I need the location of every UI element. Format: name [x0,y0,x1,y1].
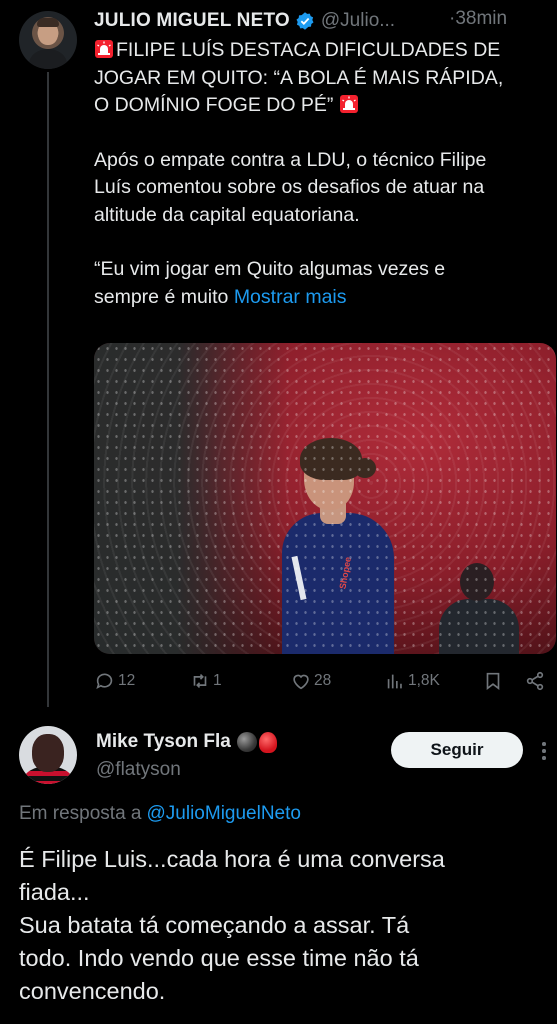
headline-line: FILIPE LUÍS DESTACA DIFICULDADES DE [94,37,549,65]
headline-text-3: O DOMÍNIO FOGE DO PÉ” [94,94,334,116]
bookmark-icon [486,672,500,690]
retweet-count: 1 [213,672,222,689]
black-ball-emoji-icon [236,732,257,752]
views-action[interactable]: 1,8K [384,670,440,692]
author-handle[interactable]: @Julio... [321,10,395,32]
like-icon [293,674,309,690]
body-text-2: Luís comentou sobre os desafios de atuar… [94,176,485,198]
body-text-1: Após o empate contra a LDU, o técnico Fi… [94,148,487,171]
body-text-5-wrap: sempre é muito Mostrar mais [94,284,549,312]
retweet-action[interactable]: 1 [189,670,222,692]
reply-body: É Filipe Luis...cada hora é uma conversa… [19,843,539,1008]
reply-count: 12 [118,672,136,689]
tweet-body: FILIPE LUÍS DESTACA DIFICULDADES DE JOGA… [94,37,549,311]
like-action[interactable]: 28 [290,670,331,692]
body-text-5: sempre é muito [94,285,229,308]
show-more-link[interactable]: Mostrar mais [234,286,347,308]
share-action[interactable] [524,670,546,692]
in-reply-handle-link[interactable]: @JulioMiguelNeto [147,803,301,824]
reply-text-2: fiada... [19,879,90,905]
follow-button[interactable]: Seguir [391,732,523,768]
verified-badge-icon [296,12,314,30]
like-count: 28 [314,672,332,689]
reply-author-avatar[interactable] [19,726,77,784]
author-name[interactable]: JULIO MIGUEL NETO [94,10,290,32]
tweet-photo[interactable]: Shopee [94,343,556,654]
reply-text-4: todo. Indo vendo que esse time não tá [19,945,419,971]
share-icon [526,671,544,691]
body-text-4: “Eu vim jogar em Quito algumas vezes e [94,258,446,280]
views-icon [387,674,402,689]
thread-connector-line [47,72,49,707]
reply-text-5: convencendo. [19,978,166,1004]
boxing-glove-emoji-icon [258,731,277,753]
reply-author-handle[interactable]: @flatyson [96,759,181,781]
more-icon[interactable] [540,742,548,764]
views-count: 1,8K [408,672,440,689]
reply-action[interactable]: 12 [94,670,135,692]
retweet-icon [193,673,207,689]
siren-icon [95,40,113,58]
reply-author-name[interactable]: Mike Tyson Fla [96,731,231,753]
headline-line-3: O DOMÍNIO FOGE DO PÉ” [94,92,549,120]
reply-author-name-row: Mike Tyson Fla [96,731,277,753]
tweet-timestamp[interactable]: ·38min [449,8,507,30]
reply-text-3: Sua batata tá começando a assar. Tá [19,912,410,938]
headline-text-1: FILIPE LUÍS DESTACA DIFICULDADES DE [116,39,501,61]
in-reply-to: Em resposta a @JulioMiguelNeto [19,803,301,825]
bookmark-action[interactable] [482,670,504,692]
tweet-header: JULIO MIGUEL NETO @Julio... [94,8,395,34]
headline-text-2: JOGAR EM QUITO: “A BOLA É MAIS RÁPIDA, [94,66,504,89]
tweet-action-bar: 12 1 28 1,8K [94,670,554,694]
body-text-3: altitude da capital equatoriana. [94,203,360,226]
author-avatar[interactable] [19,11,77,69]
reply-icon [96,673,113,690]
siren-icon [339,95,358,113]
reply-text-1: É Filipe Luis...cada hora é uma conversa [19,846,445,872]
in-reply-prefix: Em resposta a [19,803,142,824]
